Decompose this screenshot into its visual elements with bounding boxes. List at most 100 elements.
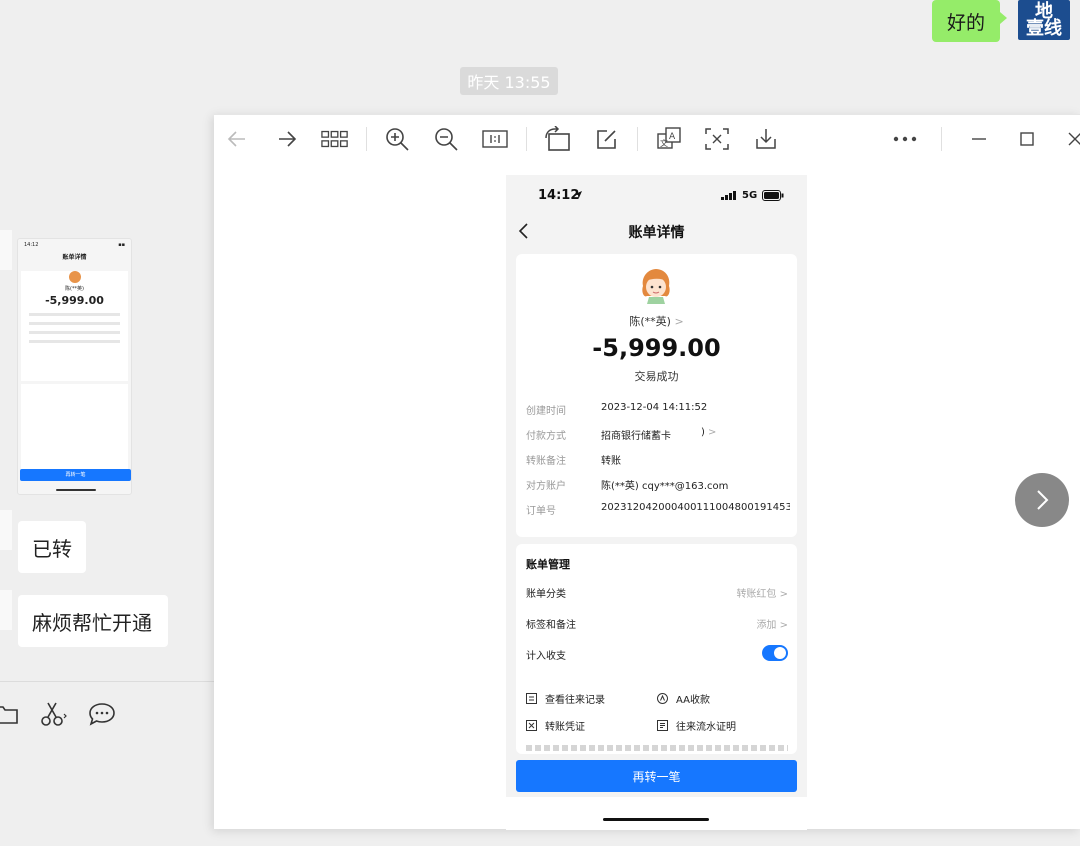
viewer-toolbar: A文 bbox=[214, 115, 1080, 163]
ocr-icon[interactable] bbox=[703, 125, 731, 153]
bill-management-card: 账单管理 账单分类 转账红包 > 标签和备注 添加 > 计入收支 查看往来记录 … bbox=[516, 544, 797, 754]
bubble-tail bbox=[1000, 12, 1007, 24]
edge-mark bbox=[0, 590, 12, 630]
grid-icon[interactable] bbox=[321, 125, 349, 153]
payee-avatar bbox=[642, 269, 670, 304]
transfer-again-button[interactable]: 再转一笔 bbox=[516, 760, 797, 792]
network-type: 5G bbox=[742, 190, 758, 201]
zoom-out-icon[interactable] bbox=[432, 125, 460, 153]
chat-timestamp: 昨天 13:55 bbox=[460, 67, 558, 95]
toolbar-separator bbox=[941, 127, 942, 151]
link-label: 转账凭证 bbox=[545, 721, 585, 733]
received-message-text: 麻烦帮忙开通 bbox=[32, 610, 152, 635]
thumb-home-bar bbox=[56, 489, 96, 491]
detail-row-counterparty: 对方账户 陈(**英) cqy***@163.com bbox=[526, 477, 790, 493]
sent-message-text: 好的 bbox=[946, 11, 985, 34]
view-history-link[interactable]: 查看往来记录 bbox=[526, 691, 605, 706]
transaction-amount: -5,999.00 bbox=[592, 334, 721, 362]
transfer-voucher-link[interactable]: 转账凭证 bbox=[526, 718, 585, 733]
rotate-icon[interactable] bbox=[543, 125, 571, 153]
location-arrow-icon bbox=[574, 191, 582, 199]
received-message-text: 已转 bbox=[32, 536, 72, 561]
more-icon[interactable] bbox=[891, 125, 919, 153]
thumb-status-bar: 14:12 ▪▪ bbox=[18, 239, 131, 251]
chevron-right-icon: > bbox=[708, 427, 717, 438]
thumb-line bbox=[29, 340, 120, 343]
detail-label: 付款方式 bbox=[526, 431, 566, 442]
chat-bubble-icon[interactable] bbox=[88, 700, 116, 728]
signal-icon bbox=[721, 191, 736, 200]
maximize-icon[interactable] bbox=[1013, 125, 1041, 153]
aa-icon bbox=[657, 692, 668, 704]
close-icon[interactable] bbox=[1061, 125, 1080, 153]
statement-proof-link[interactable]: 往来流水证明 bbox=[657, 718, 736, 733]
folder-icon[interactable] bbox=[0, 700, 20, 728]
link-label: 往来流水证明 bbox=[676, 721, 736, 733]
chevron-right-icon: > bbox=[674, 315, 684, 328]
contact-avatar[interactable]: 地 壹线 bbox=[1018, 0, 1070, 40]
voucher-icon bbox=[526, 719, 537, 731]
minimize-icon[interactable] bbox=[965, 125, 993, 153]
scissors-icon[interactable] bbox=[40, 700, 68, 728]
zoom-in-icon[interactable] bbox=[383, 125, 411, 153]
page-title: 账单详情 bbox=[628, 225, 685, 241]
payment-receipt-screenshot: 14:12 5G 账单详情 陈(**英) > -5,999.00 交易成功 创建… bbox=[506, 175, 807, 830]
tags-notes-row[interactable]: 标签和备注 添加 > bbox=[526, 616, 788, 632]
thumb-card: 陈(**英) -5,999.00 bbox=[21, 271, 128, 381]
received-message-bubble: 已转 bbox=[18, 521, 86, 573]
actual-size-icon[interactable] bbox=[481, 125, 509, 153]
toolbar-separator bbox=[526, 127, 527, 151]
detail-label: 转账备注 bbox=[526, 456, 566, 467]
detail-label: 创建时间 bbox=[526, 406, 566, 417]
svg-text:A: A bbox=[669, 132, 676, 142]
records-icon bbox=[526, 692, 537, 704]
link-label: 查看往来记录 bbox=[545, 694, 605, 706]
detail-value: 转账 bbox=[601, 456, 621, 467]
detail-row-created-time: 创建时间 2023-12-04 14:11:52 bbox=[526, 402, 790, 418]
section-title: 账单管理 bbox=[526, 558, 570, 571]
translate-icon[interactable]: A文 bbox=[655, 125, 683, 153]
thumb-button: 再转一笔 bbox=[20, 469, 131, 481]
thumb-status-time: 14:12 bbox=[24, 242, 39, 248]
thumb-line bbox=[29, 331, 120, 334]
next-image-button[interactable] bbox=[1015, 473, 1069, 527]
row-value-text: 转账红包 bbox=[736, 589, 777, 600]
edge-mark bbox=[0, 230, 12, 270]
thumb-amount: -5,999.00 bbox=[45, 294, 104, 307]
back-arrow-icon[interactable] bbox=[223, 125, 251, 153]
image-viewer-window: A文 14:12 5G 账单详情 陈(**英) > -5,999.00 交易成功… bbox=[214, 114, 1080, 830]
aa-collect-link[interactable]: AA收款 bbox=[657, 691, 710, 706]
detail-row-order-number: 订单号 20231204200040011100480019145​33 bbox=[526, 502, 790, 518]
detail-value: 2023-12-04 14:11:52 bbox=[601, 402, 708, 413]
forward-arrow-icon[interactable] bbox=[273, 125, 301, 153]
payee-name-text: 陈(**英) bbox=[629, 315, 671, 328]
thumb-title: 账单详情 bbox=[62, 254, 87, 261]
home-indicator bbox=[603, 818, 709, 821]
detail-value: 陈(**英) cqy***@163.com bbox=[601, 481, 729, 492]
row-label: 账单分类 bbox=[526, 589, 566, 600]
payee-name[interactable]: 陈(**英) > bbox=[516, 313, 797, 329]
thumb-line bbox=[29, 313, 120, 316]
received-message-bubble: 麻烦帮忙开通 bbox=[18, 595, 168, 647]
battery-icon bbox=[762, 190, 784, 201]
detail-label: 对方账户 bbox=[526, 481, 566, 492]
phone-bottom-area bbox=[506, 797, 807, 830]
thumb-payee: 陈(**英) bbox=[65, 286, 84, 292]
thumb-line bbox=[29, 322, 120, 325]
row-label: 计入收支 bbox=[526, 651, 566, 662]
bill-category-row[interactable]: 账单分类 转账红包 > bbox=[526, 585, 788, 601]
detail-label: 订单号 bbox=[526, 506, 556, 517]
edge-mark bbox=[0, 510, 12, 550]
include-in-stats-toggle[interactable] bbox=[762, 645, 788, 661]
transaction-status: 交易成功 bbox=[634, 370, 679, 383]
download-icon[interactable] bbox=[752, 125, 780, 153]
phone-status-bar: 14:12 5G bbox=[506, 175, 807, 215]
svg-text:文: 文 bbox=[660, 138, 668, 148]
toolbar-separator bbox=[637, 127, 638, 151]
detail-value: 20231204200040011100480019145​33 bbox=[601, 502, 790, 513]
detail-row-payment-method[interactable]: 付款方式 招商银行储蓄卡 ) > bbox=[526, 427, 790, 443]
sent-message-bubble: 好的 bbox=[932, 0, 1000, 42]
image-message-thumbnail[interactable]: 14:12 ▪▪ 账单详情 陈(**英) -5,999.00 再转一笔 bbox=[17, 238, 132, 495]
edit-icon[interactable] bbox=[593, 125, 621, 153]
link-label: AA收款 bbox=[676, 694, 710, 706]
